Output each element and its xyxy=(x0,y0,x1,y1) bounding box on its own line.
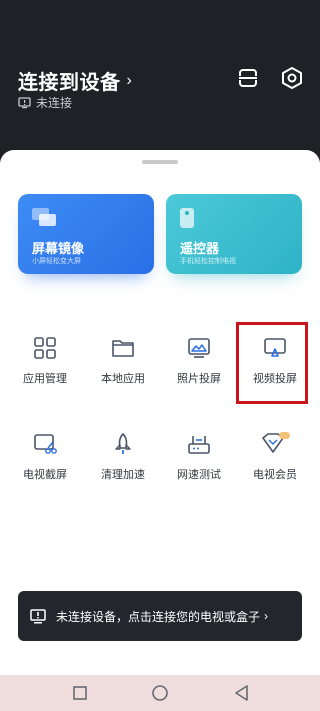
grid-item-speed-test[interactable]: 网速测试 xyxy=(160,432,238,502)
rocket-icon xyxy=(115,433,131,454)
connect-prompt-banner[interactable]: 未连接设备，点击连接您的电视或盒子 › xyxy=(18,591,302,641)
grid-item-local-apps[interactable]: 本地应用 xyxy=(84,336,162,406)
chevron-right-icon: › xyxy=(264,609,269,623)
app-grid-icon xyxy=(34,337,56,359)
bottom-sheet: 屏幕镜像 小屏轻松变大屏 遥控器 手机轻松控制电视 应用管理 本地应用 照片投屏… xyxy=(0,150,320,675)
app-header: 连接到设备 › 未连接 xyxy=(0,30,320,150)
status-text: 未连接 xyxy=(36,96,73,110)
square-icon[interactable] xyxy=(70,683,90,703)
status-bar xyxy=(0,0,320,30)
grid-label: 清理加速 xyxy=(101,469,145,481)
remote-control-card[interactable]: 遥控器 手机轻松控制电视 xyxy=(166,194,302,274)
grid-label: 网速测试 xyxy=(177,469,221,481)
remote-control-icon xyxy=(180,208,194,228)
grid-label: 电视截屏 xyxy=(23,469,67,481)
card-title: 屏幕镜像 xyxy=(32,241,85,256)
connection-status: 未连接 xyxy=(18,94,72,111)
card-subtitle: 小屏轻松变大屏 xyxy=(32,258,81,265)
tv-disconnected-icon xyxy=(18,96,31,108)
page-title: 连接到设备 xyxy=(18,72,121,94)
grid-label: 应用管理 xyxy=(23,373,67,385)
photo-cast-icon xyxy=(188,338,210,358)
circle-icon[interactable] xyxy=(150,683,170,703)
triangle-back-icon[interactable] xyxy=(232,683,252,703)
tv-alert-icon xyxy=(30,608,46,623)
grid-label: 电视会员 xyxy=(253,469,297,481)
settings-icon[interactable] xyxy=(280,66,304,90)
grid-item-app-management[interactable]: 应用管理 xyxy=(6,336,84,406)
screen-mirror-card[interactable]: 屏幕镜像 小屏轻松变大屏 xyxy=(18,194,154,274)
banner-text: 未连接设备，点击连接您的电视或盒子 xyxy=(56,609,261,624)
card-subtitle: 手机轻松控制电视 xyxy=(180,258,236,265)
folder-icon xyxy=(112,340,134,357)
grid-label: 照片投屏 xyxy=(177,373,221,385)
system-nav-bar xyxy=(0,675,320,711)
speed-test-icon xyxy=(188,436,210,454)
grid-item-tv-screenshot[interactable]: 电视截屏 xyxy=(6,432,84,502)
vip-diamond-icon xyxy=(262,432,290,453)
tv-screenshot-icon xyxy=(34,434,57,454)
card-title: 遥控器 xyxy=(180,241,220,256)
scan-icon[interactable] xyxy=(236,66,260,90)
grid-item-tv-vip[interactable]: 电视会员 xyxy=(236,432,314,502)
grid-item-photo-cast[interactable]: 照片投屏 xyxy=(160,336,238,406)
sheet-drag-handle[interactable] xyxy=(142,160,178,164)
grid-item-cleanup-boost[interactable]: 清理加速 xyxy=(84,432,162,502)
chevron-right-icon: › xyxy=(126,71,132,89)
screen-mirror-icon xyxy=(32,208,56,226)
connect-device-link[interactable]: 连接到设备 › xyxy=(18,66,132,95)
highlight-box xyxy=(236,322,308,404)
grid-label: 本地应用 xyxy=(101,373,145,385)
